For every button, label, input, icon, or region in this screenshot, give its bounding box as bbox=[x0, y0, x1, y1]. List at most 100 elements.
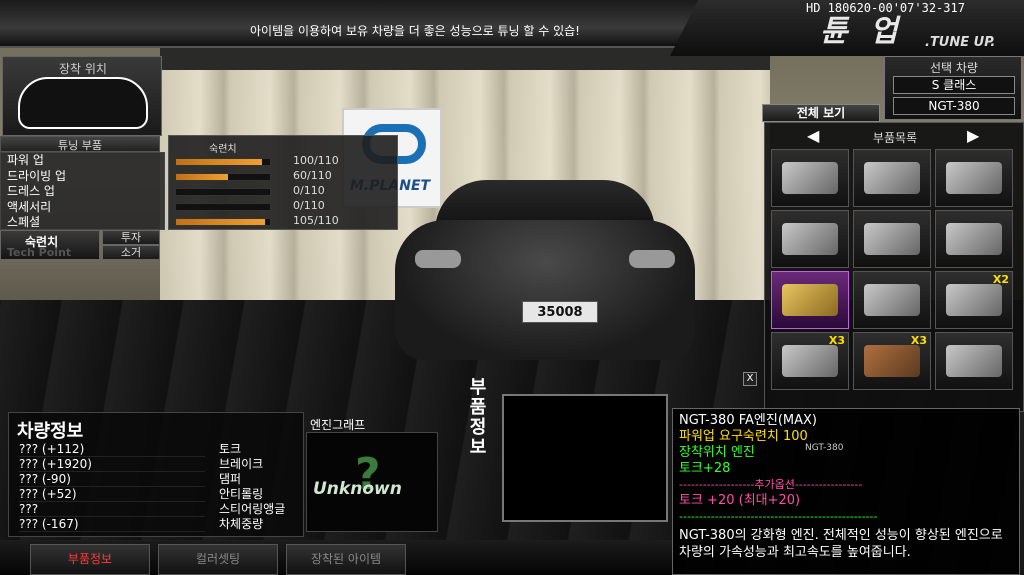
stat-fill bbox=[176, 159, 262, 165]
stat-row-special: 105/110 bbox=[173, 214, 393, 228]
skill-stats-panel: 숙련치 100/110 60/110 0/110 0/110 105/110 bbox=[168, 135, 398, 230]
tooltip-requirement: 파워업 요구숙련치 100 bbox=[679, 429, 808, 444]
stat-bar bbox=[175, 158, 271, 166]
vehicle-stat-row: ??? (+1920) 브레이크 bbox=[19, 457, 299, 472]
stat-row-power: 100/110 bbox=[173, 154, 393, 168]
stat-row-accessory: 0/110 bbox=[173, 199, 393, 213]
selected-car-title: 선택 차량 bbox=[930, 61, 978, 75]
view-all-button[interactable]: 전체 보기 bbox=[762, 104, 880, 122]
intercooler-icon bbox=[864, 284, 920, 316]
inventory-slot[interactable]: X2 bbox=[935, 271, 1013, 329]
stat-value: ??? (+1920) bbox=[19, 457, 205, 472]
vehicle-stat-row: ??? 스티어링앵글 bbox=[19, 502, 299, 517]
parts-inventory: ◀ 부품목록 ▶ X2 X3 X3 bbox=[764, 122, 1024, 412]
vehicle-stat-row: ??? (+112) 토크 bbox=[19, 442, 299, 457]
air-filter-icon bbox=[864, 162, 920, 194]
stat-value: 60/110 bbox=[293, 169, 332, 182]
stat-bar bbox=[175, 203, 271, 211]
stat-bar bbox=[175, 218, 271, 226]
vehicle-info-panel: 차량정보 ??? (+112) 토크 ??? (+1920) 브레이크 ??? (-… bbox=[8, 412, 304, 537]
inventory-slot[interactable] bbox=[771, 210, 849, 268]
inventory-slot[interactable] bbox=[935, 210, 1013, 268]
tooltip-mount: 장착위치 엔진 bbox=[679, 445, 755, 460]
inventory-slot[interactable]: X3 bbox=[853, 332, 931, 390]
prev-page-icon[interactable]: ◀ bbox=[807, 126, 819, 145]
tooltip-car-tag: NGT-380 bbox=[805, 443, 844, 453]
inventory-slot[interactable] bbox=[771, 149, 849, 207]
notice-text: 아이템을 이용하여 보유 차량을 더 좋은 성능으로 튜닝 할 수 있습! bbox=[250, 24, 580, 38]
stat-value: ??? (-90) bbox=[19, 472, 205, 487]
stat-value: ??? (-167) bbox=[19, 517, 205, 532]
stat-key: 토크 bbox=[219, 442, 242, 456]
vehicle-stat-row: ??? (-90) 댐퍼 bbox=[19, 472, 299, 487]
inventory-slot[interactable] bbox=[935, 149, 1013, 207]
inventory-slot-selected[interactable] bbox=[771, 271, 849, 329]
vehicle-stat-row: ??? (-167) 차체중량 bbox=[19, 517, 299, 532]
stat-value: 105/110 bbox=[293, 214, 339, 227]
unknown-label: Unknown bbox=[313, 479, 402, 499]
headlight-right bbox=[629, 250, 675, 268]
rusty-radiator-icon bbox=[864, 345, 920, 377]
tooltip-option: 토크 +20 (최대+20) bbox=[679, 493, 801, 508]
invest-button[interactable]: 투자 bbox=[102, 230, 160, 245]
radiator-icon bbox=[782, 162, 838, 194]
part-category-special[interactable]: 스페셜 bbox=[1, 215, 164, 231]
car-model: 35008 bbox=[395, 180, 695, 365]
vehicle-info-title: 차량정보 bbox=[17, 421, 84, 442]
stat-row-dress: 0/110 bbox=[173, 184, 393, 198]
stat-key: 스티어링앵글 bbox=[219, 502, 286, 516]
stat-value: 100/110 bbox=[293, 154, 339, 167]
next-page-icon[interactable]: ▶ bbox=[967, 126, 979, 145]
tooltip-divider: ----------------------------------------… bbox=[679, 510, 878, 523]
oil-cooler-icon bbox=[946, 345, 1002, 377]
tuning-parts-list: 파워 업 드라이빙 업 드레스 업 액세서리 스페셜 bbox=[0, 152, 165, 230]
tab-equipped-items[interactable]: 장착된 아이템 bbox=[286, 544, 406, 575]
stat-value: ??? bbox=[19, 502, 205, 517]
part-category-driving[interactable]: 드라이빙 업 bbox=[1, 169, 164, 185]
inventory-slot[interactable]: X3 bbox=[771, 332, 849, 390]
inventory-header: ◀ 부품목록 ▶ bbox=[765, 125, 1023, 147]
item-tooltip: NGT-380 FA엔진(MAX) 파워업 요구숙련치 100 장착위치 엔진 … bbox=[672, 408, 1020, 575]
inventory-slot[interactable] bbox=[853, 210, 931, 268]
tooltip-item-name: NGT-380 FA엔진(MAX) bbox=[679, 413, 817, 428]
tab-part-info[interactable]: 부품정보 bbox=[30, 544, 150, 575]
turbo-icon bbox=[864, 223, 920, 255]
stat-key: 안티롤링 bbox=[219, 487, 264, 501]
stat-value: ??? (+52) bbox=[19, 487, 205, 502]
inventory-slot[interactable] bbox=[853, 271, 931, 329]
close-icon[interactable]: X bbox=[743, 372, 757, 386]
inventory-slot[interactable] bbox=[935, 332, 1013, 390]
license-plate: 35008 bbox=[522, 301, 598, 323]
part-category-accessory[interactable]: 액세서리 bbox=[1, 200, 164, 216]
selected-car-model: NGT-380 bbox=[893, 97, 1015, 115]
engine-graph-title: 엔진그래프 bbox=[310, 418, 366, 432]
tooltip-description: NGT-380의 강화형 엔진. 전체적인 성능이 향상된 엔진으로 차량의 가… bbox=[679, 528, 1003, 560]
inventory-slot[interactable] bbox=[853, 149, 931, 207]
stat-fill bbox=[176, 174, 228, 180]
selected-car-box: 선택 차량 S 클래스 NGT-380 bbox=[884, 56, 1022, 120]
part-category-dress[interactable]: 드레스 업 bbox=[1, 184, 164, 200]
inventory-title: 부품목록 bbox=[872, 131, 918, 145]
manifold-icon bbox=[946, 284, 1002, 316]
stat-value: 0/110 bbox=[293, 199, 325, 212]
car-body bbox=[395, 220, 695, 360]
stat-value: 0/110 bbox=[293, 184, 325, 197]
quantity-badge: X2 bbox=[992, 273, 1009, 286]
stat-row-driving: 60/110 bbox=[173, 169, 393, 183]
part-info-preview bbox=[502, 394, 668, 522]
stat-key: 댐퍼 bbox=[219, 472, 242, 486]
stat-bar bbox=[175, 173, 271, 181]
engine-graph: ? Unknown bbox=[306, 432, 438, 532]
tech-point-button[interactable]: 숙련치 Tech Point bbox=[0, 230, 100, 260]
part-category-power[interactable]: 파워 업 bbox=[1, 153, 164, 169]
quantity-badge: X3 bbox=[910, 334, 927, 347]
bottom-tabs: 부품정보 컬러셋팅 장착된 아이템 bbox=[0, 540, 672, 575]
clamp-icon bbox=[782, 345, 838, 377]
mount-position-title: 장착 위치 bbox=[59, 62, 107, 76]
tab-color-setting[interactable]: 컬러셋팅 bbox=[158, 544, 278, 575]
mount-position-box: 장착 위치 bbox=[2, 56, 162, 136]
tuning-parts-title: 튜닝 부품 bbox=[0, 136, 160, 152]
vehicle-stat-row: ??? (+52) 안티롤링 bbox=[19, 487, 299, 502]
stat-key: 차체중량 bbox=[219, 517, 264, 531]
reset-button[interactable]: 소거 bbox=[102, 245, 160, 260]
